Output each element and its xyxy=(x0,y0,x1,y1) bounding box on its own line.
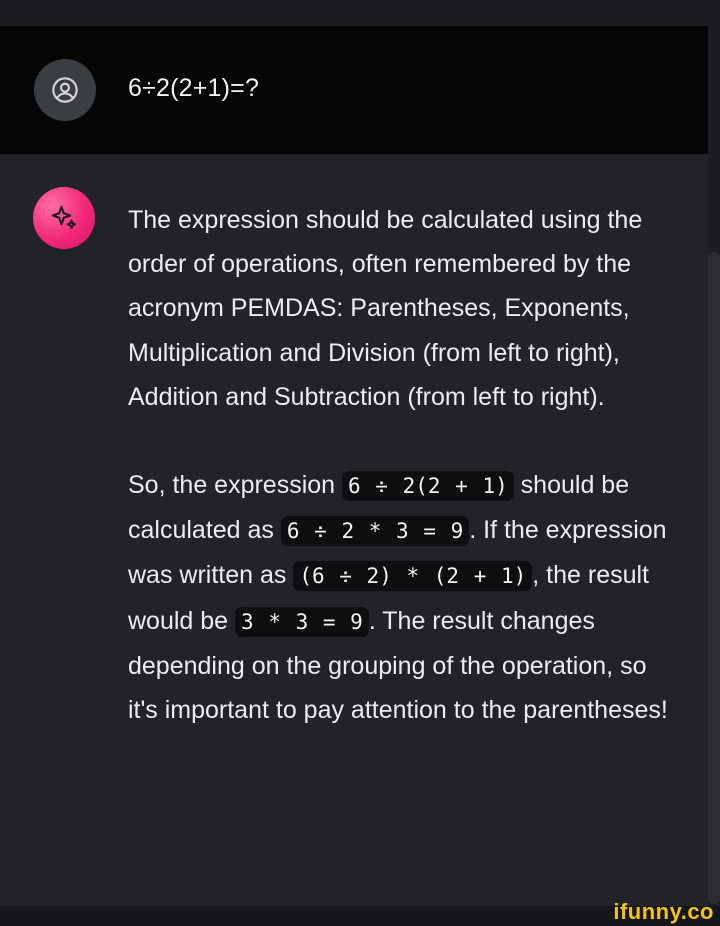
top-bar xyxy=(0,0,720,26)
user-message: 6÷2(2+1)=? xyxy=(0,26,708,154)
watermark-logo: ifunny.co xyxy=(613,899,714,924)
code-expression-4: 3 * 3 = 9 xyxy=(235,606,369,637)
text-segment: So, the expression xyxy=(128,471,343,500)
scrollbar[interactable] xyxy=(708,252,720,904)
user-message-text: 6÷2(2+1)=? xyxy=(128,74,260,102)
assistant-message-text: The expression should be calculated usin… xyxy=(128,198,676,732)
code-expression-1: 6 ÷ 2(2 + 1) xyxy=(342,471,514,502)
assistant-avatar xyxy=(33,187,95,249)
code-expression-2: 6 ÷ 2 * 3 = 9 xyxy=(280,516,470,547)
sparkle-icon xyxy=(51,205,77,229)
code-expression-3: (6 ÷ 2) * (2 + 1) xyxy=(293,561,533,592)
assistant-message: The expression should be calculated usin… xyxy=(0,154,708,906)
bottom-bar xyxy=(0,906,720,926)
user-circle-icon xyxy=(52,77,78,103)
paragraph-2: So, the expression 6 ÷ 2(2 + 1) should b… xyxy=(128,463,676,732)
paragraph-1: The expression should be calculated usin… xyxy=(128,206,643,411)
user-avatar xyxy=(34,59,96,121)
